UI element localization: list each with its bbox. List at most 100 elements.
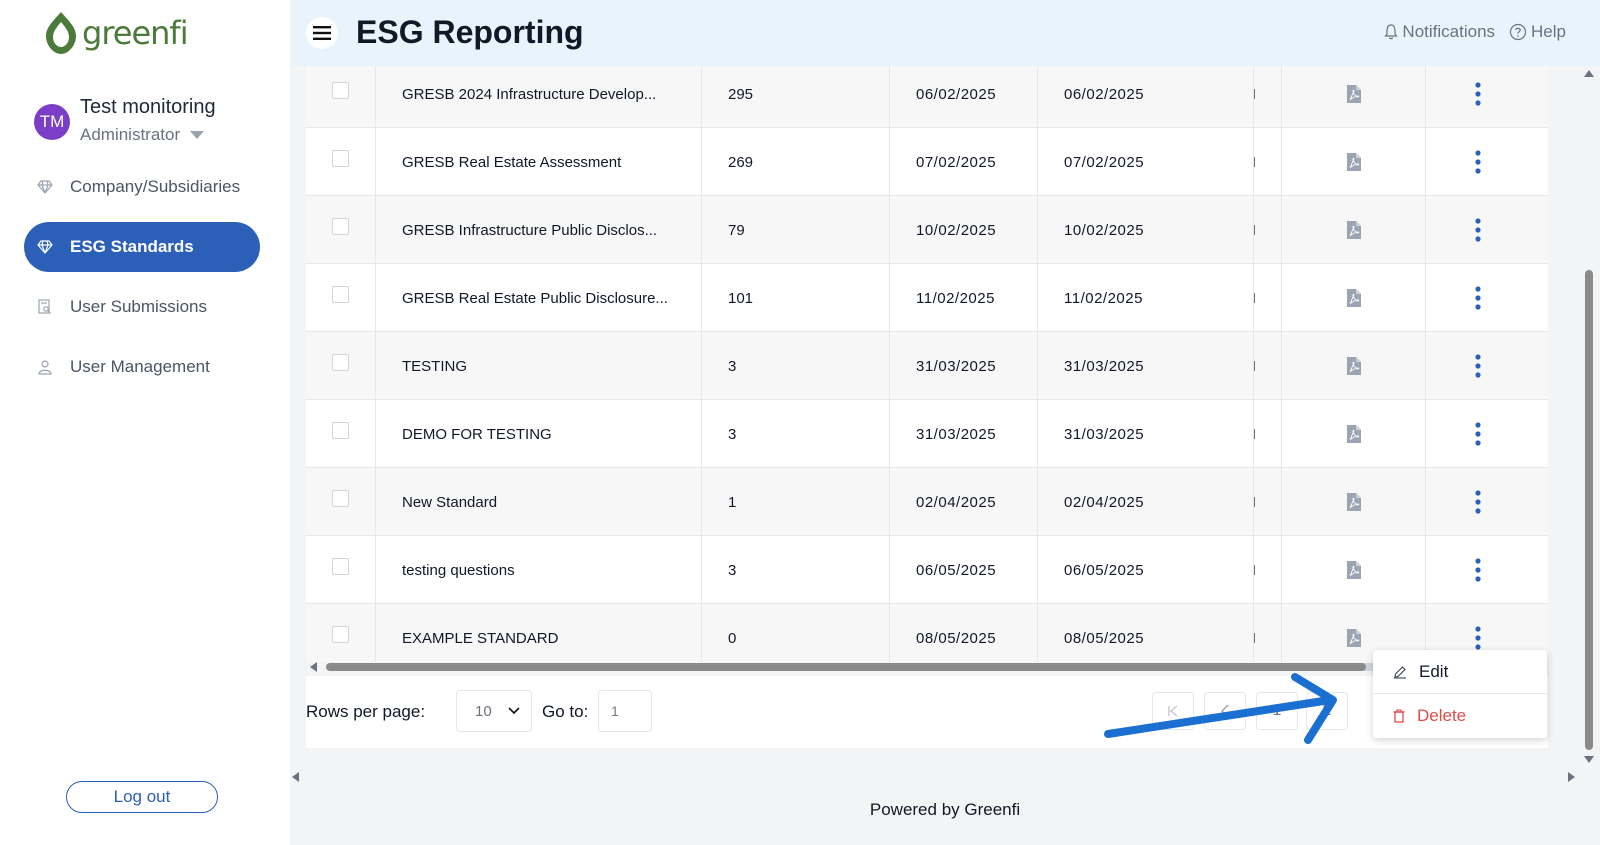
table-row[interactable]: TESTING 3 31/03/2025 31/03/2025	[306, 332, 1548, 400]
sidebar-item-label: User Submissions	[70, 297, 207, 316]
row-actions-button[interactable]	[1426, 332, 1530, 400]
standard-name-cell: GRESB Real Estate Assessment	[376, 128, 702, 196]
truncated-column-cell	[1254, 66, 1282, 128]
sidebar-item-esg-standards[interactable]: ESG Standards	[24, 222, 260, 272]
table-row[interactable]: GRESB Real Estate Public Disclosure... 10…	[306, 264, 1548, 332]
prev-page-button[interactable]	[1204, 692, 1246, 730]
page-scroll-right-icon[interactable]	[1568, 772, 1575, 782]
trash-icon	[1393, 709, 1405, 723]
pdf-download-button[interactable]	[1282, 128, 1426, 196]
more-vertical-icon	[1475, 354, 1481, 378]
truncated-column-cell	[1254, 400, 1282, 468]
table-row[interactable]: EXAMPLE STANDARD 0 08/05/2025 08/05/2025	[306, 604, 1548, 662]
row-checkbox[interactable]	[306, 536, 376, 604]
row-actions-button[interactable]	[1426, 536, 1530, 604]
row-checkbox[interactable]	[306, 128, 376, 196]
rows-per-page-select[interactable]: 10	[456, 690, 532, 732]
sidebar-item-label: ESG Standards	[70, 237, 194, 256]
pdf-download-button[interactable]	[1282, 536, 1426, 604]
standard-name-cell: DEMO FOR TESTING	[376, 400, 702, 468]
table-row[interactable]: testing questions 3 06/05/2025 06/05/2025	[306, 536, 1548, 604]
help-link[interactable]: Help	[1509, 22, 1566, 42]
table-row[interactable]: DEMO FOR TESTING 3 31/03/2025 31/03/2025	[306, 400, 1548, 468]
sidebar: greenfi TM Test monitoring Administrator…	[0, 0, 290, 845]
checkbox-icon[interactable]	[332, 489, 349, 507]
row-checkbox[interactable]	[306, 468, 376, 536]
logo: greenfi	[44, 10, 189, 56]
pdf-download-button[interactable]	[1282, 196, 1426, 264]
notifications-label: Notifications	[1402, 22, 1496, 41]
question-count-cell: 0	[702, 604, 890, 662]
user-role-dropdown[interactable]: Administrator	[80, 125, 216, 145]
notifications-link[interactable]: Notifications	[1384, 22, 1495, 42]
row-actions-button[interactable]	[1426, 128, 1530, 196]
scroll-left-icon[interactable]	[310, 662, 317, 672]
pdf-download-button[interactable]	[1282, 332, 1426, 400]
app-root: greenfi TM Test monitoring Administrator…	[0, 0, 1600, 845]
sidebar-item-user-submissions[interactable]: User Submissions	[24, 282, 260, 332]
page-title: ESG Reporting	[356, 14, 584, 50]
scroll-up-icon[interactable]	[1584, 70, 1594, 77]
logout-button[interactable]: Log out	[66, 781, 218, 813]
page-scroll-left-icon[interactable]	[292, 772, 299, 782]
row-checkbox[interactable]	[306, 264, 376, 332]
question-count-cell: 3	[702, 332, 890, 400]
row-checkbox[interactable]	[306, 66, 376, 128]
table-row[interactable]: New Standard 1 02/04/2025 02/04/2025	[306, 468, 1548, 536]
row-actions-button[interactable]	[1426, 66, 1530, 128]
row-checkbox[interactable]	[306, 332, 376, 400]
delete-menu-item[interactable]: Delete	[1373, 694, 1547, 738]
sidebar-item-user-management[interactable]: User Management	[24, 342, 260, 392]
pdf-file-icon	[1346, 493, 1361, 511]
created-date-cell: 08/05/2025	[890, 604, 1038, 662]
checkbox-icon[interactable]	[332, 625, 349, 643]
sidebar-item-label: User Management	[70, 357, 210, 376]
table-row[interactable]: GRESB 2024 Infrastructure Develop... 295 0…	[306, 66, 1548, 128]
user-profile[interactable]: TM Test monitoring Administrator	[34, 96, 216, 145]
pdf-download-button[interactable]	[1282, 468, 1426, 536]
scroll-down-icon[interactable]	[1584, 756, 1594, 763]
checkbox-icon[interactable]	[332, 217, 349, 235]
row-actions-button[interactable]	[1426, 468, 1530, 536]
updated-date-cell: 31/03/2025	[1038, 400, 1254, 468]
greenfi-leaf-icon	[46, 12, 76, 54]
more-vertical-icon	[1475, 626, 1481, 650]
page-button-1[interactable]: 1	[1256, 692, 1298, 730]
vertical-scroll-thumb[interactable]	[1585, 270, 1593, 750]
row-actions-button[interactable]	[1426, 264, 1530, 332]
sidebar-item-label: Company/Subsidiaries	[70, 177, 241, 196]
pdf-file-icon	[1346, 357, 1361, 375]
table-row[interactable]: GRESB Real Estate Assessment 269 07/02/202…	[306, 128, 1548, 196]
first-page-button[interactable]	[1152, 692, 1194, 730]
diamond-icon	[36, 178, 54, 196]
vertical-scrollbar[interactable]	[1582, 66, 1596, 766]
checkbox-icon[interactable]	[332, 149, 349, 167]
checkbox-icon[interactable]	[332, 81, 349, 99]
sidebar-item-company-subsidiaries[interactable]: Company/Subsidiaries	[24, 162, 260, 212]
truncated-column-cell	[1254, 332, 1282, 400]
edit-menu-item[interactable]: Edit	[1373, 650, 1547, 694]
checkbox-icon[interactable]	[332, 353, 349, 371]
chevron-left-icon	[1221, 704, 1229, 718]
question-count-cell: 1	[702, 468, 890, 536]
pdf-file-icon	[1346, 153, 1361, 171]
row-checkbox[interactable]	[306, 400, 376, 468]
horizontal-scrollbar[interactable]	[306, 660, 1548, 674]
table-row[interactable]: GRESB Infrastructure Public Disclos... 79…	[306, 196, 1548, 264]
pdf-download-button[interactable]	[1282, 400, 1426, 468]
hamburger-menu-button[interactable]	[306, 17, 338, 49]
scroll-thumb[interactable]	[326, 663, 1366, 671]
delete-label: Delete	[1417, 706, 1467, 725]
row-actions-button[interactable]	[1426, 400, 1530, 468]
pdf-download-button[interactable]	[1282, 264, 1426, 332]
checkbox-icon[interactable]	[332, 285, 349, 303]
pdf-download-button[interactable]	[1282, 66, 1426, 128]
row-checkbox[interactable]	[306, 604, 376, 662]
row-actions-button[interactable]	[1426, 196, 1530, 264]
page-button-2[interactable]: 2	[1306, 692, 1348, 730]
checkbox-icon[interactable]	[332, 421, 349, 439]
row-checkbox[interactable]	[306, 196, 376, 264]
standard-name-cell: New Standard	[376, 468, 702, 536]
goto-page-input[interactable]	[598, 690, 652, 732]
checkbox-icon[interactable]	[332, 557, 349, 575]
